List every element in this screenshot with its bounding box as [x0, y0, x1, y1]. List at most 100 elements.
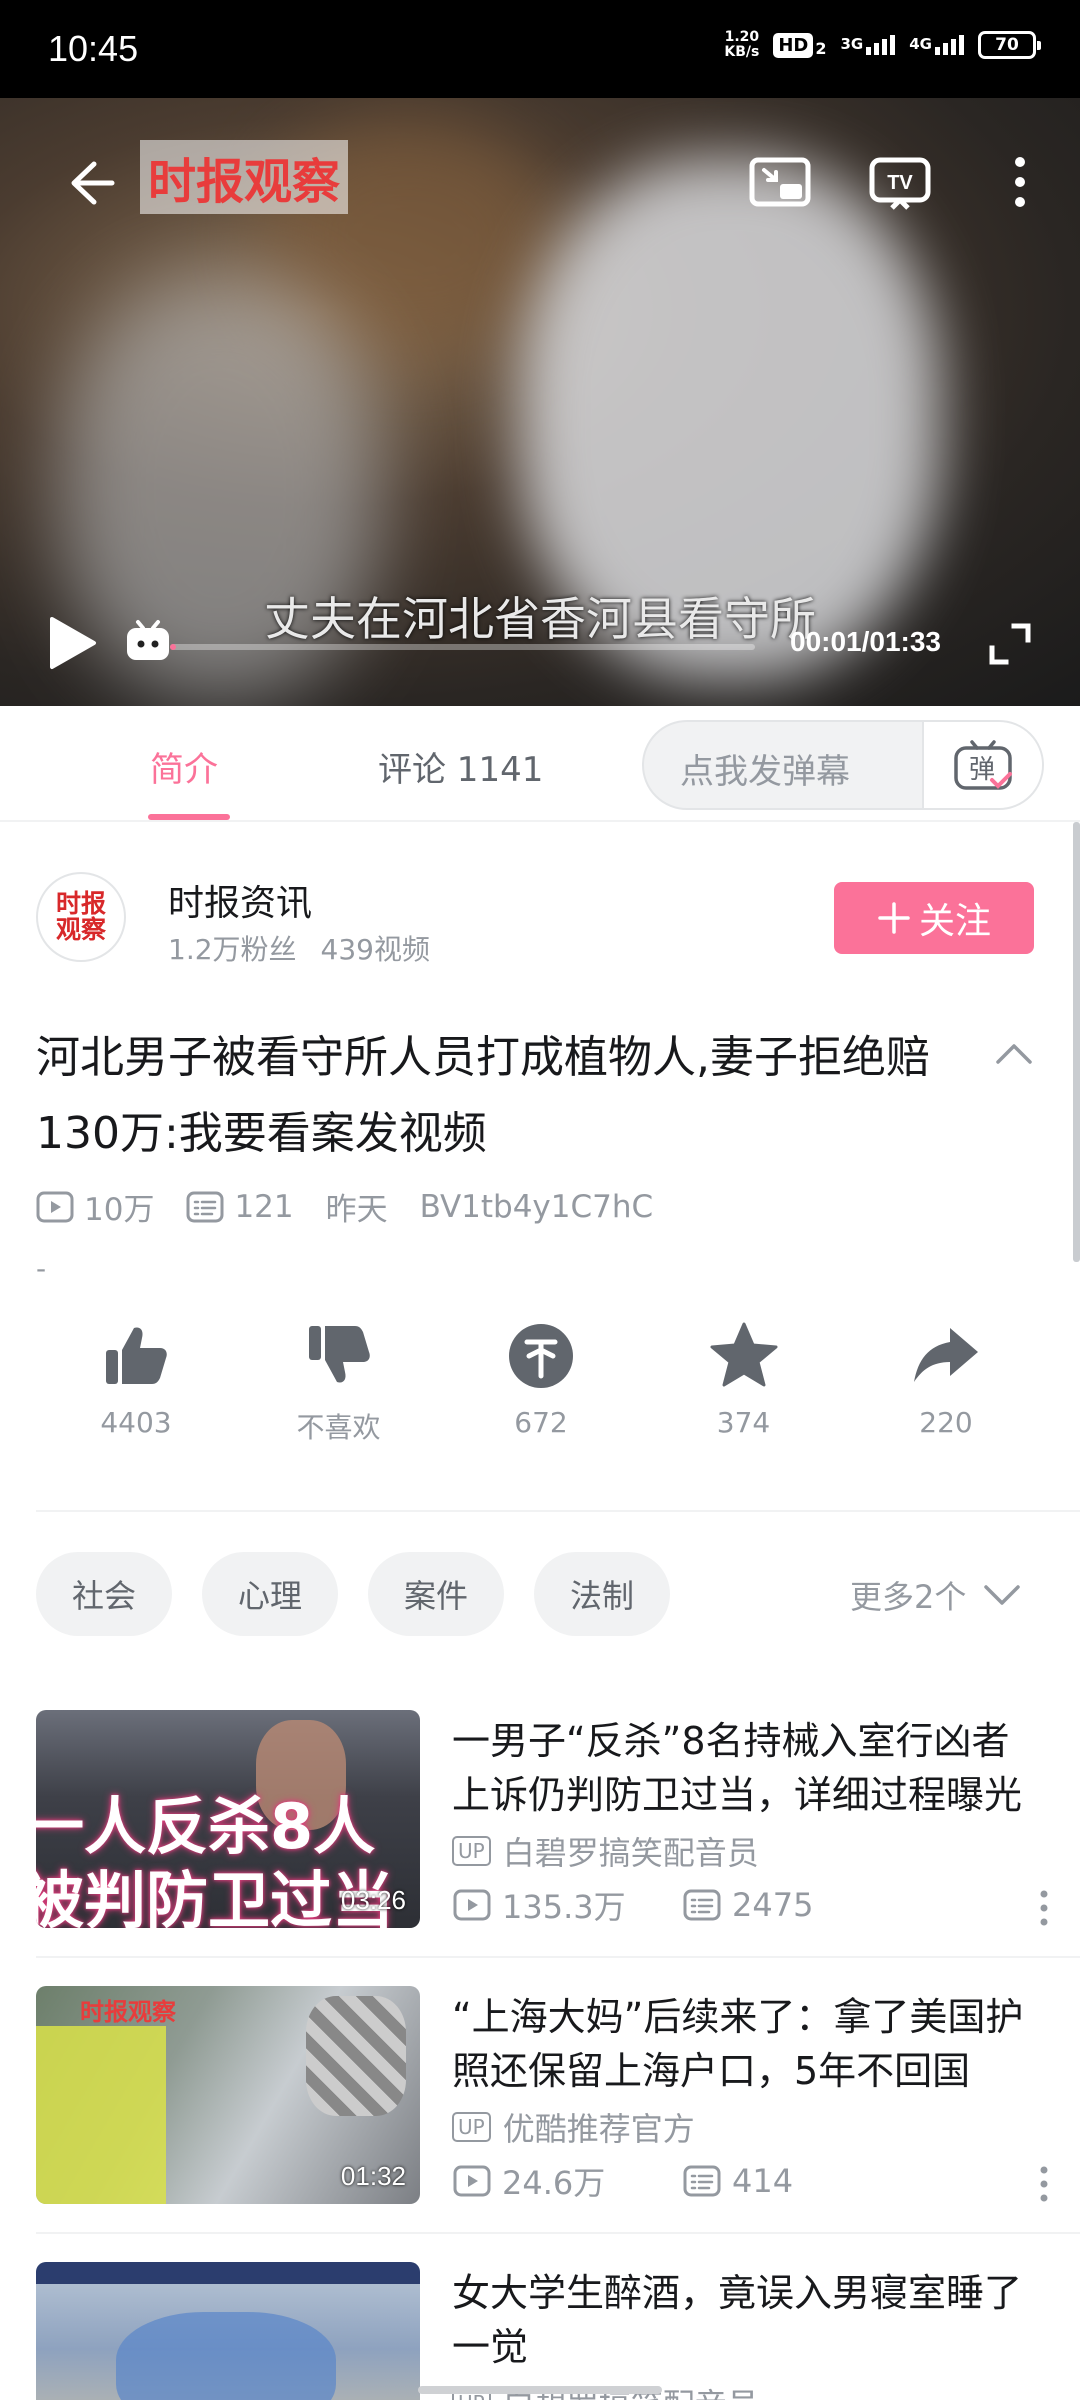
tab-intro[interactable]: 简介	[150, 742, 218, 791]
battery-icon: 70	[978, 31, 1041, 59]
related-video-thumbnail[interactable]	[36, 2262, 420, 2400]
dislike-label: 不喜欢	[296, 1411, 381, 1444]
scrollbar-thumb[interactable]	[1073, 822, 1080, 1262]
follow-label: 关注	[918, 901, 991, 942]
net-speed: 1.20 KB/s	[724, 29, 760, 60]
tab-comments[interactable]: 评论 1141	[378, 742, 543, 791]
related-video-stats: 135.3万 2475	[452, 1882, 912, 1928]
video-player[interactable]: 时报观察 TV 丈夫在河北省香河县看守所 00:01/01:33	[0, 98, 1080, 706]
video-duration: 01:32	[340, 2161, 406, 2191]
related-danmaku-count: 414	[682, 2162, 912, 2200]
thumbnail-person	[116, 2312, 336, 2400]
pip-icon[interactable]	[748, 150, 812, 214]
related-video-card[interactable]: 一人反杀8人 被判防卫过当 03:26 一男子“反杀”8名持械入室行凶者上诉仍判…	[36, 1710, 1080, 1928]
related-video-thumbnail[interactable]: 一人反杀8人 被判防卫过当 03:26	[36, 1710, 420, 1928]
danmaku-count-icon	[186, 1191, 224, 1222]
favorite-button[interactable]: 374	[644, 1320, 844, 1460]
thumbnail-banner	[36, 2262, 420, 2284]
uploader-stats: 1.2万粉丝 439视频	[168, 928, 430, 968]
like-count: 4403	[100, 1406, 172, 1439]
dislike-icon	[308, 1326, 370, 1383]
coin-icon	[509, 1324, 573, 1388]
share-button[interactable]: 220	[846, 1320, 1046, 1460]
view-count: 10万	[36, 1184, 154, 1229]
like-button[interactable]: 4403	[36, 1320, 236, 1460]
tab-active-indicator	[148, 814, 230, 820]
tv-cast-icon[interactable]: TV	[868, 150, 932, 214]
chevron-up-icon[interactable]	[992, 1036, 1036, 1072]
coin-count: 672	[514, 1406, 568, 1439]
signal-sim1-icon: 3G	[841, 35, 896, 55]
section-divider	[36, 1510, 1080, 1512]
video-watermark-logo: 时报观察	[140, 140, 349, 214]
play-count-icon	[453, 1889, 491, 1921]
tag-item[interactable]: 法制	[534, 1552, 671, 1636]
tag-item[interactable]: 社会	[36, 1552, 173, 1636]
video-meta: 10万 121 昨天 BV1tb4y1C7hC	[36, 1184, 685, 1229]
video-time: 00:01/01:33	[790, 626, 942, 657]
danmaku-toggle-icon[interactable]	[124, 618, 172, 664]
danmaku-placeholder: 点我发弹幕	[680, 752, 850, 792]
detail-tab-bar: 简介 评论 1141 点我发弹幕 弹	[0, 706, 1080, 822]
coin-button[interactable]: 672	[441, 1320, 641, 1460]
action-bar: 4403 不喜欢 672 374 220	[36, 1320, 1046, 1460]
danmaku-settings-button[interactable]: 弹	[922, 722, 1042, 808]
uploader-avatar[interactable]: 时报观察	[36, 872, 126, 962]
status-indicators: 1.20 KB/s HD 2 3G 4G 70	[724, 29, 1041, 60]
favorite-icon	[710, 1322, 777, 1387]
danmaku-count-icon	[683, 2165, 721, 2197]
danmaku-send-icon: 弹	[954, 740, 1012, 790]
danmaku-count-icon	[683, 1889, 721, 1921]
related-video-card[interactable]: 时报观察 01:32 “上海大妈”后续来了：拿了美国护照还保留上海户口，5年不回…	[36, 1986, 1080, 2204]
share-count: 220	[919, 1406, 973, 1439]
chevron-down-icon	[984, 1585, 1021, 1605]
related-video-card[interactable]: 女大学生醉酒，竟误入男寝室睡了一觉 UP 白碧罗搞笑配音员	[36, 2262, 1080, 2400]
follow-button[interactable]: 关注	[834, 882, 1034, 954]
avatar-logo-text: 时报观察	[55, 889, 106, 944]
home-indicator[interactable]	[418, 2386, 662, 2394]
tag-list: 社会 心理 案件 法制	[36, 1552, 671, 1636]
danmaku-count: 121	[186, 1189, 294, 1225]
uploader-name[interactable]: 时报资讯	[168, 874, 312, 926]
tag-item[interactable]: 心理	[202, 1552, 339, 1636]
related-video-thumbnail[interactable]: 时报观察 01:32	[36, 1986, 420, 2204]
status-time: 10:45	[48, 28, 139, 69]
bvid[interactable]: BV1tb4y1C7hC	[420, 1189, 654, 1225]
more-vert-icon[interactable]	[1036, 2164, 1052, 2204]
related-video-uploader: UP 优酷推荐官方	[452, 2104, 695, 2150]
video-duration: 03:26	[340, 1885, 406, 1915]
more-vert-icon[interactable]	[1036, 1888, 1052, 1928]
dislike-button[interactable]: 不喜欢	[239, 1320, 439, 1460]
uploader-fans: 1.2万粉丝	[168, 933, 297, 966]
uploader-video-count: 439视频	[320, 933, 430, 966]
fullscreen-icon[interactable]	[988, 622, 1032, 666]
related-video-title: “上海大妈”后续来了：拿了美国护照还保留上海户口，5年不回国	[452, 1995, 1024, 2093]
video-progress-bar[interactable]	[170, 644, 755, 650]
play-count-icon	[453, 2165, 491, 2197]
tag-item[interactable]: 案件	[368, 1552, 505, 1636]
thumbnail-logo: 时报观察	[80, 1997, 176, 2026]
play-icon[interactable]	[44, 613, 100, 673]
up-badge-icon: UP	[452, 2112, 491, 2142]
thumbnail-mosaic	[306, 1996, 406, 2116]
share-icon	[914, 1328, 978, 1382]
play-count-icon	[36, 1191, 74, 1222]
tags-more-button[interactable]: 更多2个	[850, 1572, 1022, 1618]
related-video-uploader: UP 白碧罗搞笑配音员	[452, 1828, 759, 1874]
video-title: 河北男子被看守所人员打成植物人,妻子拒绝赔130万:我要看案发视频	[36, 1032, 930, 1159]
more-vert-icon[interactable]	[992, 150, 1056, 214]
video-progress-fill	[170, 644, 177, 650]
signal-sim2-icon: 4G	[909, 35, 964, 55]
related-video-stats: 24.6万 414	[452, 2158, 912, 2204]
back-icon[interactable]	[54, 148, 124, 218]
related-video-title: 女大学生醉酒，竟误入男寝室睡了一觉	[452, 2271, 1023, 2369]
favorite-count: 374	[716, 1406, 771, 1439]
publish-date: 昨天	[325, 1192, 388, 1228]
thumbnail-person	[36, 2026, 166, 2204]
list-divider	[36, 1956, 1080, 1958]
like-icon	[106, 1327, 167, 1384]
related-danmaku-count: 2475	[682, 1886, 912, 1924]
related-view-count: 135.3万	[452, 1882, 682, 1928]
svg-text:TV: TV	[887, 172, 913, 194]
danmaku-input[interactable]: 点我发弹幕 弹	[642, 720, 1044, 810]
